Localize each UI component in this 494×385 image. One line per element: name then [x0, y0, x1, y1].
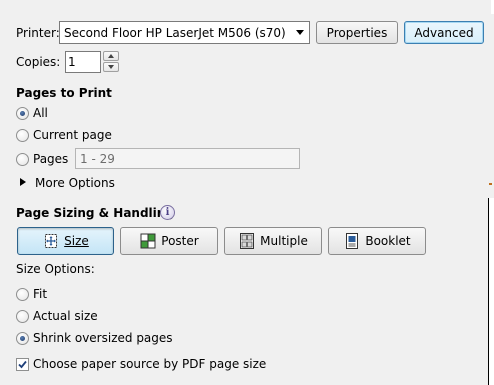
advanced-button-label: Advanced — [414, 25, 474, 40]
copies-label: Copies: — [16, 55, 61, 69]
copies-value: 1 — [68, 55, 76, 69]
radio-pages-label[interactable]: Pages — [33, 152, 68, 166]
size-options-label: Size Options: — [16, 262, 95, 276]
pages-to-print-heading: Pages to Print — [16, 86, 112, 100]
radio-fit[interactable] — [16, 288, 29, 301]
more-options-link[interactable]: More Options — [35, 176, 115, 190]
radio-actual-size[interactable] — [16, 310, 29, 323]
booklet-mode-button[interactable]: Booklet — [328, 227, 426, 255]
radio-actual-size-label[interactable]: Actual size — [33, 309, 98, 323]
copies-increment-button[interactable] — [103, 51, 119, 61]
size-mode-button[interactable]: Size — [17, 227, 114, 255]
properties-button[interactable]: Properties — [316, 21, 398, 44]
preview-pane-edge — [488, 198, 494, 385]
multiple-icon — [238, 232, 256, 250]
booklet-mode-label: Booklet — [365, 234, 411, 248]
chevron-down-icon — [108, 65, 114, 69]
window-edge-mark — [489, 183, 492, 185]
poster-mode-label: Poster — [161, 234, 199, 248]
page-sizing-heading: Page Sizing & Handling — [16, 206, 174, 220]
info-icon[interactable]: i — [160, 205, 175, 220]
poster-mode-button[interactable]: Poster — [120, 227, 218, 255]
radio-shrink-oversized-label[interactable]: Shrink oversized pages — [33, 331, 173, 345]
radio-current-page-label[interactable]: Current page — [33, 128, 112, 142]
chevron-up-icon — [108, 54, 114, 58]
booklet-icon — [343, 232, 361, 250]
copies-input[interactable]: 1 — [65, 51, 101, 73]
printer-select-value: Second Floor HP LaserJet M506 (s70) — [64, 26, 286, 40]
radio-fit-label[interactable]: Fit — [33, 287, 47, 301]
radio-all-label[interactable]: All — [33, 106, 48, 120]
chevron-down-icon[interactable] — [291, 22, 309, 43]
size-mode-label: Size — [64, 234, 89, 248]
radio-pages[interactable] — [16, 153, 29, 166]
printer-label: Printer: — [16, 26, 60, 40]
paper-source-checkbox[interactable] — [16, 358, 29, 371]
print-dialog: Printer: Second Floor HP LaserJet M506 (… — [0, 0, 494, 385]
copies-decrement-button[interactable] — [103, 62, 119, 72]
expand-triangle-icon[interactable] — [20, 178, 26, 186]
multiple-mode-label: Multiple — [260, 234, 308, 248]
properties-button-label: Properties — [326, 25, 388, 40]
advanced-button[interactable]: Advanced — [404, 21, 484, 44]
pages-range-placeholder: 1 - 29 — [80, 152, 115, 166]
multiple-mode-button[interactable]: Multiple — [224, 227, 322, 255]
poster-icon — [139, 232, 157, 250]
radio-current-page[interactable] — [16, 129, 29, 142]
pages-range-input[interactable]: 1 - 29 — [75, 148, 300, 169]
size-icon — [42, 232, 60, 250]
checkmark-icon — [18, 360, 27, 369]
printer-select[interactable]: Second Floor HP LaserJet M506 (s70) — [59, 21, 310, 44]
paper-source-label[interactable]: Choose paper source by PDF page size — [33, 357, 266, 371]
radio-all[interactable] — [16, 107, 29, 120]
radio-shrink-oversized[interactable] — [16, 332, 29, 345]
